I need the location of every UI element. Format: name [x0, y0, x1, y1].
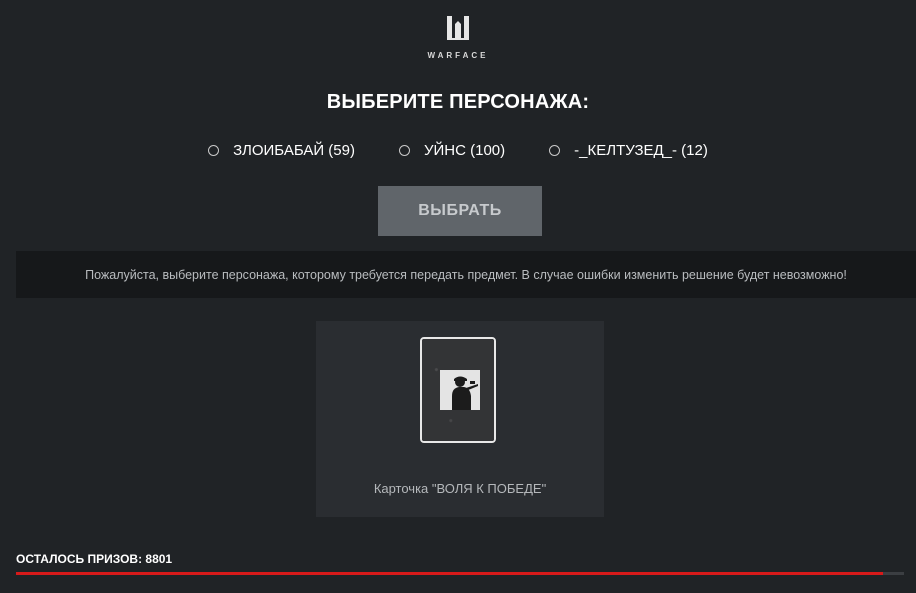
warning-notice: Пожалуйста, выберите персонажа, которому…	[16, 251, 916, 298]
reward-panel: Карточка "ВОЛЯ К ПОБЕДЕ"	[316, 321, 604, 517]
notice-text: Пожалуйста, выберите персонажа, которому…	[85, 267, 847, 282]
radio-button[interactable]	[398, 145, 410, 156]
character-option-label: ЗЛОИБАБАЙ (59)	[233, 142, 355, 159]
radio-button[interactable]	[208, 145, 220, 156]
reward-card-image	[420, 337, 496, 443]
warface-logo-icon	[447, 16, 469, 40]
radio-button[interactable]	[549, 145, 561, 156]
logo-text: WARFACE	[427, 51, 489, 60]
progress-fill	[16, 572, 883, 575]
reward-label: Карточка "ВОЛЯ К ПОБЕДЕ"	[373, 481, 547, 496]
soldier-emblem-icon	[440, 370, 480, 410]
character-option-label: УЙНС (100)	[423, 142, 506, 159]
prizes-progress-bar	[16, 572, 904, 575]
character-option-label: -_КЕЛТУЗЕД_- (12)	[574, 142, 708, 159]
page-title: ВЫБЕРИТЕ ПЕРСОНАЖА:	[326, 91, 590, 113]
character-option-1[interactable]: ЗЛОИБАБАЙ (59)	[208, 142, 355, 159]
select-character-button[interactable]: ВЫБРАТЬ	[378, 186, 542, 236]
page: WARFACE ВЫБЕРИТЕ ПЕРСОНАЖА: ЗЛОИБАБАЙ (5…	[0, 0, 916, 593]
character-option-2[interactable]: УЙНС (100)	[398, 142, 506, 159]
remaining-prizes: ОСТАЛОСЬ ПРИЗОВ: 8801	[16, 552, 173, 566]
character-choices: ЗЛОИБАБАЙ (59) УЙНС (100) -_КЕЛТУЗЕД_- (…	[0, 142, 916, 159]
character-option-3[interactable]: -_КЕЛТУЗЕД_- (12)	[549, 142, 708, 159]
warface-logo[interactable]: WARFACE	[0, 14, 916, 60]
